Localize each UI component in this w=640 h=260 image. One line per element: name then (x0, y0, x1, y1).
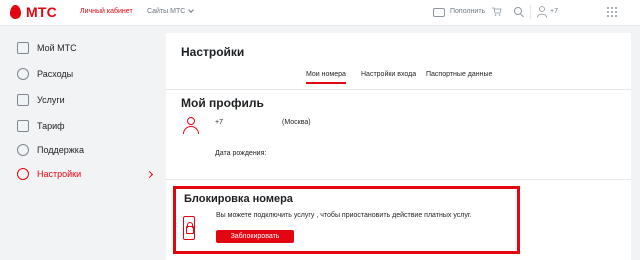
avatar-icon (182, 117, 200, 135)
user-icon[interactable] (537, 6, 547, 18)
apps-grid-icon[interactable] (607, 7, 617, 17)
page-title: Настройки (181, 45, 245, 59)
chevron-right-icon (145, 170, 154, 178)
sites-menu-label: Сайты МТС (147, 8, 186, 15)
sidebar-item-label: Услуги (37, 95, 65, 105)
profile-divider (166, 179, 631, 180)
chevron-down-icon (188, 7, 195, 13)
tab-passport-data[interactable]: Паспортные данные (426, 71, 492, 78)
sidebar-item-label: Поддержка (37, 145, 84, 155)
settings-icon (17, 168, 29, 180)
lock-phone-icon (183, 216, 195, 240)
tabs-divider (166, 89, 631, 90)
topup-link[interactable]: Пополнить (450, 8, 485, 15)
sites-menu[interactable]: Сайты МТС (147, 7, 195, 15)
sidebar: Мой МТС Расходы Услуги Тариф Поддержка Н… (0, 26, 160, 260)
search-icon[interactable] (514, 7, 522, 15)
sidebar-item-label: Настройки (37, 169, 82, 179)
personal-cabinet-link[interactable]: Личный кабинет (80, 8, 133, 15)
profile-region: (Москва) (282, 119, 311, 126)
expenses-icon (17, 68, 29, 80)
block-number-section: Блокировка номера Вы можете подключить у… (173, 186, 520, 254)
support-icon (17, 144, 29, 156)
sidebar-item-label: Расходы (37, 69, 74, 79)
profile-phone: +7 (215, 119, 223, 126)
tab-my-numbers[interactable]: Мои номера (306, 71, 346, 84)
logo-text: МТС (26, 4, 57, 20)
top-bar: МТС Личный кабинет Сайты МТС Пополнить +… (0, 0, 640, 26)
sidebar-item-tariff[interactable]: Тариф (0, 115, 160, 137)
sidebar-item-settings[interactable]: Настройки (0, 163, 160, 185)
sidebar-item-my-mts[interactable]: Мой МТС (0, 37, 160, 59)
home-icon (17, 42, 29, 54)
sidebar-item-support[interactable]: Поддержка (0, 139, 160, 161)
mts-logo[interactable]: МТС (10, 4, 57, 20)
block-number-title: Блокировка номера (184, 193, 293, 205)
topbar-divider (530, 5, 531, 19)
cart-icon[interactable] (492, 7, 502, 16)
settings-tabs: Мои номера Настройки входа Паспортные да… (166, 69, 631, 89)
date-of-birth-label: Дата рождения: (215, 150, 267, 157)
profile-title: Мой профиль (181, 96, 264, 110)
sidebar-item-expenses[interactable]: Расходы (0, 63, 160, 85)
user-phone[interactable]: +7 (550, 8, 558, 15)
sidebar-item-label: Мой МТС (37, 43, 77, 53)
block-number-description: Вы можете подключить услугу , чтобы прио… (216, 212, 472, 219)
mts-egg-icon (10, 5, 21, 19)
services-icon (17, 94, 29, 106)
wallet-icon[interactable] (433, 8, 445, 17)
tab-login-settings[interactable]: Настройки входа (361, 71, 416, 78)
block-number-button[interactable]: Заблокировать (216, 230, 294, 243)
tariff-icon (17, 120, 29, 132)
sidebar-item-label: Тариф (37, 121, 65, 131)
sidebar-item-services[interactable]: Услуги (0, 89, 160, 111)
